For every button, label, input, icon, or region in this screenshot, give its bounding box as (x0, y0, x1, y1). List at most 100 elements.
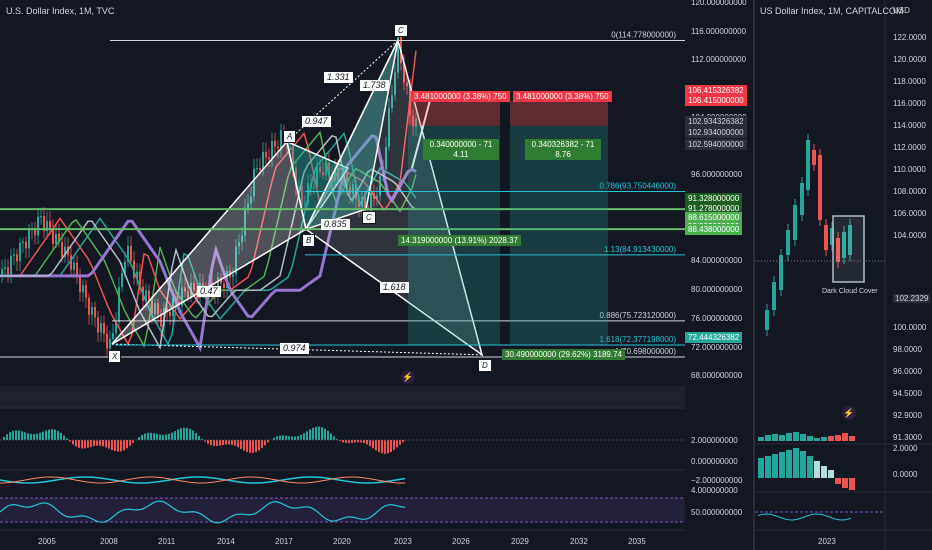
price-badge[interactable]: 91.328000000 (685, 192, 743, 204)
macd-bar (375, 440, 377, 451)
price-badge[interactable]: 102.594000000 (685, 138, 747, 150)
lightning-icon[interactable]: ⚡ (842, 406, 856, 420)
candle-body (28, 229, 30, 249)
macd-bar (309, 429, 311, 440)
pattern-point-label[interactable]: D (478, 358, 492, 372)
right-macd-bar (807, 436, 813, 441)
macd-bar (387, 440, 389, 454)
pattern-ratio-label[interactable]: 0.835 (321, 219, 350, 230)
pattern-point-label[interactable]: C (394, 24, 408, 38)
macd-bar (297, 435, 299, 440)
right-osc-bar (842, 478, 848, 488)
macd-tick-label: 2.000000000 (691, 436, 738, 445)
candle-body (824, 225, 828, 250)
price-tick-label: 96.000000000 (691, 170, 743, 180)
macd-bar (33, 434, 35, 440)
right-macd-tick: 2.0000 (893, 444, 918, 453)
candle-body (85, 285, 87, 298)
candle-body (88, 297, 90, 315)
macd-bar (402, 440, 404, 443)
macd-bar (396, 440, 398, 448)
pattern-point-label[interactable]: B (302, 234, 316, 248)
macd-bar (381, 440, 383, 454)
right-rsi-line (757, 513, 852, 521)
fib-level-label: 0.786(93.750446000) (599, 181, 676, 190)
candle-body (4, 267, 6, 269)
right-osc-bar (814, 461, 820, 478)
pattern-point-label[interactable]: X (108, 350, 122, 364)
price-badge[interactable]: 102.934000000 (685, 126, 747, 138)
fib-level-label: 1.13(84.913430000) (604, 245, 676, 254)
macd-bar (105, 440, 107, 448)
macd-bar (183, 427, 185, 440)
macd-bar (318, 426, 320, 440)
macd-bar (189, 428, 191, 440)
macd-bar (102, 440, 104, 447)
macd-bar (234, 440, 236, 446)
macd-bar (36, 433, 38, 440)
macd-bar (249, 440, 251, 453)
right-osc-bar (772, 454, 778, 478)
pattern-ratio-label[interactable]: 0.47 (197, 286, 221, 297)
right-price-tick: 91.3000 (893, 433, 922, 442)
macd-bar (237, 440, 239, 448)
right-chart-title[interactable]: US Dollar Index, 1M, CAPITALCOM (760, 6, 903, 16)
pattern-point-label[interactable]: C (362, 211, 376, 225)
macd-bar (390, 440, 392, 452)
price-badge[interactable]: 72.444326382 (685, 332, 743, 344)
right-macd-bar (842, 433, 848, 441)
macd-bar (366, 440, 368, 445)
candle-body (55, 233, 57, 244)
right-price-tick: 92.9000 (893, 411, 922, 420)
pattern-ratio-label[interactable]: 1.618 (380, 282, 409, 293)
lightning-icon[interactable]: ⚡ (401, 370, 415, 384)
candle-body (40, 216, 42, 218)
right-price-tick: 96.0000 (893, 367, 922, 376)
right-osc-bar (821, 466, 827, 478)
price-badge[interactable]: 88.615000000 (685, 212, 743, 224)
currency-label: USD (893, 6, 910, 15)
candle-body (280, 130, 282, 149)
macd-bar (42, 431, 44, 440)
pattern-ratio-label[interactable]: 0.974 (280, 343, 309, 354)
right-macd-bar (793, 432, 799, 441)
macd-bar (288, 436, 290, 440)
candle-body (79, 274, 81, 293)
macd-bar (198, 435, 200, 440)
price-badge[interactable]: 106.415000000 (685, 94, 747, 106)
pattern-annotation: Dark Cloud Cover (822, 288, 878, 295)
pattern-ratio-label[interactable]: 1.738 (360, 80, 389, 91)
macd-bar (369, 440, 371, 447)
price-tick-label: 116.000000000 (691, 26, 747, 36)
macd-bar (78, 440, 80, 448)
candle-body (94, 306, 96, 318)
candle-body (277, 146, 279, 149)
pattern-ratio-label[interactable]: 1.331 (324, 72, 353, 83)
macd-bar (231, 440, 233, 445)
left-chart-title[interactable]: U.S. Dollar Index, 1M, TVC (6, 6, 114, 16)
pattern-ratio-label[interactable]: 0.947 (302, 116, 331, 127)
right-osc-bar (828, 470, 834, 478)
macd-bar (108, 440, 110, 449)
right-macd-bar (800, 434, 806, 441)
macd-bar (30, 433, 32, 440)
macd-bar (192, 430, 194, 440)
macd-bar (66, 438, 68, 440)
right-macd-bar (772, 434, 778, 441)
risk-label: 3.481000000 (3.38%) 750 (411, 90, 510, 102)
candle-body (259, 168, 261, 171)
rsi-tick-label: 50.000000000 (691, 508, 743, 517)
stop-zone (408, 100, 500, 126)
macd-bar (156, 433, 158, 440)
time-tick-label: 2032 (570, 537, 588, 546)
chart-canvas: 0(114.778000000) 0.786(93.750446000) 1.13(… (0, 0, 932, 550)
macd-bar (225, 440, 227, 445)
pattern-point-label[interactable]: A (283, 129, 297, 143)
price-badge[interactable]: 102.934326382 (685, 115, 747, 127)
macd-tick-label: 0.000000000 (691, 457, 738, 466)
macd-bar (90, 440, 92, 447)
price-badge[interactable]: 88.438000000 (685, 223, 743, 235)
macd-bar (246, 440, 248, 453)
candle-body (130, 245, 132, 261)
candle-body (786, 230, 790, 255)
